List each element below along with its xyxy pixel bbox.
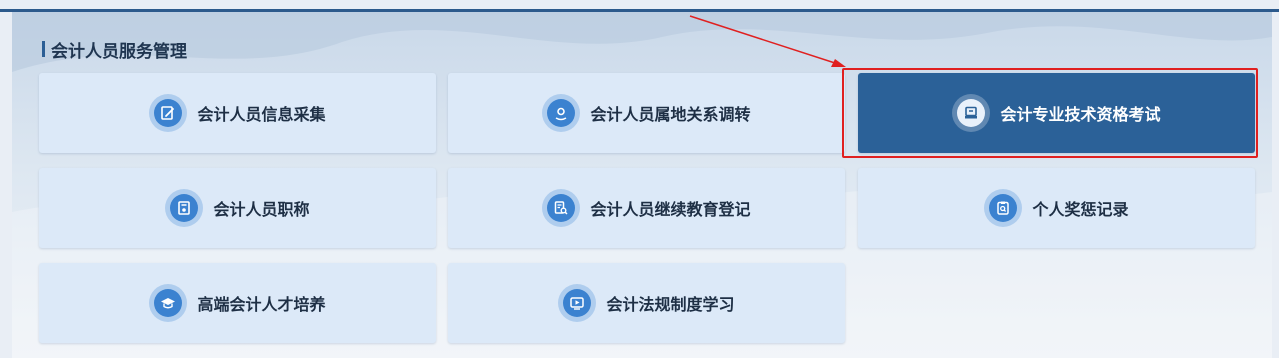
graduation-cap-icon — [149, 284, 188, 322]
card-label: 会计人员信息采集 — [197, 105, 326, 124]
clipboard-search-icon — [984, 189, 1023, 227]
card-talent-cultivation[interactable]: 高端会计人才培养 — [39, 263, 436, 343]
card-label: 会计人员属地关系调转 — [590, 105, 751, 124]
card-label: 会计人员职称 — [213, 200, 310, 219]
service-panel: 会计人员服务管理 会计人员信息采集 会计人员属地关系调转 会计专业技术资格考试 — [12, 12, 1272, 358]
section-title-text: 会计人员服务管理 — [51, 41, 187, 62]
location-pin-icon — [542, 94, 581, 132]
card-label: 个人奖惩记录 — [1032, 200, 1129, 219]
exam-paper-icon — [952, 94, 991, 132]
edit-document-icon — [149, 94, 188, 132]
document-search-icon — [542, 189, 581, 227]
certificate-icon — [165, 189, 204, 227]
card-territorial-transfer[interactable]: 会计人员属地关系调转 — [448, 73, 845, 153]
card-continuing-education[interactable]: 会计人员继续教育登记 — [448, 168, 845, 248]
card-label: 会计法规制度学习 — [606, 295, 735, 314]
card-rewards-penalties[interactable]: 个人奖惩记录 — [858, 168, 1255, 248]
video-play-icon — [558, 284, 597, 322]
card-professional-title[interactable]: 会计人员职称 — [39, 168, 436, 248]
card-qualification-exam[interactable]: 会计专业技术资格考试 — [858, 73, 1255, 153]
card-info-collection[interactable]: 会计人员信息采集 — [39, 73, 436, 153]
card-label: 高端会计人才培养 — [197, 295, 326, 314]
card-label: 会计人员继续教育登记 — [590, 200, 751, 219]
card-label: 会计专业技术资格考试 — [1000, 105, 1161, 124]
section-title: 会计人员服务管理 — [42, 38, 187, 62]
title-accent-bar — [42, 41, 45, 57]
card-regulations-study[interactable]: 会计法规制度学习 — [448, 263, 845, 343]
